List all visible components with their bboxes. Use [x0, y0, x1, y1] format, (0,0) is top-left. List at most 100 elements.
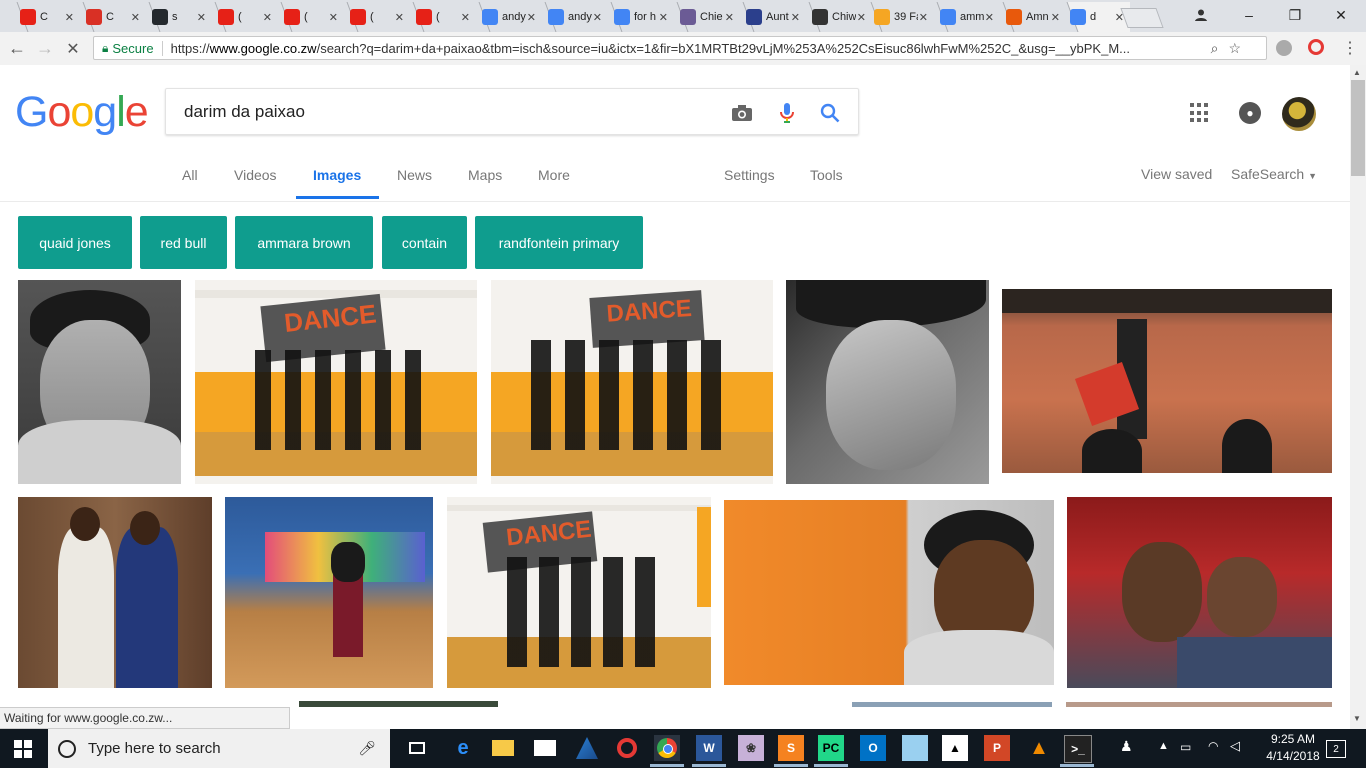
browser-tab[interactable]: 39 Fa✕	[868, 2, 934, 32]
sharp-app-icon[interactable]	[574, 735, 600, 761]
stop-loading-icon[interactable]: ✕	[60, 32, 86, 65]
task-view-icon[interactable]	[404, 735, 430, 761]
tab-all[interactable]: All	[182, 167, 198, 183]
search-icon[interactable]	[818, 101, 842, 125]
browser-tab[interactable]: C ✕	[14, 2, 80, 32]
browser-tab[interactable]: (✕	[212, 2, 278, 32]
browser-tab[interactable]: Chie ✕	[674, 2, 740, 32]
image-result[interactable]	[299, 701, 498, 707]
browser-tab[interactable]: (✕	[410, 2, 476, 32]
cmd-icon[interactable]: >_	[1064, 735, 1092, 763]
account-avatar[interactable]	[1282, 97, 1316, 131]
close-tab-icon[interactable]: ✕	[263, 11, 272, 24]
view-saved-link[interactable]: View saved	[1141, 166, 1212, 182]
restore-icon[interactable]: ❐	[1272, 0, 1318, 30]
close-tab-icon[interactable]: ✕	[197, 11, 206, 24]
url-text[interactable]: https://www.google.co.zw/search?q=darim+…	[163, 41, 1201, 56]
bookmark-star-icon[interactable]: ☆	[1228, 40, 1241, 57]
image-result[interactable]	[852, 702, 1052, 707]
tools-link[interactable]: Tools	[810, 167, 843, 183]
system-clock[interactable]: 9:25 AM 4/14/2018	[1262, 731, 1324, 765]
close-tab-icon[interactable]: ✕	[131, 11, 140, 24]
search-input[interactable]	[182, 101, 706, 123]
image-result[interactable]: DANCE	[195, 280, 477, 484]
chevron-up-icon[interactable]: ▲	[1158, 740, 1169, 752]
image-result[interactable]	[18, 497, 212, 688]
windows-start-icon[interactable]	[14, 740, 32, 758]
notifications-bell-icon[interactable]: ●	[1239, 102, 1261, 124]
image-result[interactable]: DANCE	[491, 280, 773, 484]
vlc-icon[interactable]: ▲	[1026, 735, 1052, 761]
browser-tab[interactable]: s ✕	[146, 2, 212, 32]
new-tab-button[interactable]	[1120, 8, 1164, 28]
tab-news[interactable]: News	[397, 167, 432, 183]
apps-grid-icon[interactable]	[1190, 103, 1210, 123]
people-icon[interactable]: ♟	[1120, 738, 1133, 755]
notification-center-icon[interactable]: 2	[1326, 740, 1346, 758]
browser-tab[interactable]: for h ✕	[608, 2, 674, 32]
close-tab-icon[interactable]: ✕	[329, 11, 338, 24]
edge-icon[interactable]: e	[450, 735, 476, 761]
camera-icon[interactable]	[730, 101, 754, 125]
microphone-icon[interactable]	[775, 101, 799, 125]
tab-videos[interactable]: Videos	[234, 167, 277, 183]
scroll-down-icon[interactable]: ▼	[1353, 714, 1361, 723]
browser-tab[interactable]: Chiw ✕	[806, 2, 872, 32]
close-tab-icon[interactable]: ✕	[65, 11, 74, 24]
scrollbar-thumb[interactable]	[1351, 80, 1365, 176]
image-result[interactable]	[1002, 289, 1332, 473]
photos-icon[interactable]: ▲	[942, 735, 968, 761]
scroll-up-icon[interactable]: ▲	[1353, 68, 1361, 77]
chip-red-bull[interactable]: red bull	[140, 216, 227, 269]
close-tab-icon[interactable]: ✕	[857, 11, 866, 24]
outlook-icon[interactable]: O	[860, 735, 886, 761]
browser-tab[interactable]: andy ✕	[476, 2, 542, 32]
close-tab-icon[interactable]: ✕	[593, 11, 602, 24]
menu-icon[interactable]: ⋮	[1342, 38, 1358, 58]
settings-link[interactable]: Settings	[724, 167, 775, 183]
image-result[interactable]	[225, 497, 433, 688]
close-tab-icon[interactable]: ✕	[659, 11, 668, 24]
safesearch-dropdown[interactable]: SafeSearch ▼	[1231, 166, 1317, 182]
close-tab-icon[interactable]: ✕	[985, 11, 994, 24]
tab-maps[interactable]: Maps	[468, 167, 502, 183]
volume-icon[interactable]: ◁	[1230, 738, 1240, 754]
image-result[interactable]	[1067, 497, 1332, 688]
profile-icon[interactable]	[1178, 0, 1224, 30]
image-result[interactable]	[1066, 702, 1332, 707]
wifi-icon[interactable]: ◠	[1208, 739, 1218, 753]
chip-randfontein-primary[interactable]: randfontein primary	[475, 216, 643, 269]
close-tab-icon[interactable]: ✕	[919, 11, 928, 24]
browser-tab[interactable]: andy ✕	[542, 2, 608, 32]
close-tab-icon[interactable]: ✕	[395, 11, 404, 24]
image-result[interactable]: DANCE	[447, 497, 711, 688]
close-tab-icon[interactable]: ✕	[1115, 11, 1124, 24]
browser-tab[interactable]: (✕	[344, 2, 410, 32]
extension-icon[interactable]	[1276, 40, 1292, 56]
close-tab-icon[interactable]: ✕	[527, 11, 536, 24]
mail-icon[interactable]	[532, 735, 558, 761]
word-icon[interactable]: W	[696, 735, 722, 761]
close-tab-icon[interactable]: ✕	[791, 11, 800, 24]
opera-extension-icon[interactable]	[1308, 39, 1324, 55]
chrome-icon[interactable]	[654, 735, 680, 761]
powerpoint-icon[interactable]: P	[984, 735, 1010, 761]
battery-icon[interactable]: ▭	[1180, 740, 1191, 754]
browser-tab[interactable]: amm ✕	[934, 2, 1000, 32]
pycharm-icon[interactable]: PC	[818, 735, 844, 761]
google-logo[interactable]: Google	[15, 88, 149, 137]
sublime-icon[interactable]: S	[778, 735, 804, 761]
image-result[interactable]	[18, 280, 181, 484]
close-tab-icon[interactable]: ✕	[725, 11, 734, 24]
browser-tab[interactable]: Amn ✕	[1000, 2, 1066, 32]
zoom-icon[interactable]: ⌕	[1211, 40, 1219, 57]
close-tab-icon[interactable]: ✕	[461, 11, 470, 24]
address-bar[interactable]: 🔒︎ Secure https://www.google.co.zw/searc…	[93, 36, 1267, 60]
back-icon[interactable]: ←	[4, 32, 30, 65]
minimize-icon[interactable]: –	[1226, 0, 1272, 30]
image-result[interactable]	[724, 500, 1054, 685]
close-tab-icon[interactable]: ✕	[1051, 11, 1060, 24]
snipping-icon[interactable]	[902, 735, 928, 761]
chip-ammara-brown[interactable]: ammara brown	[235, 216, 373, 269]
forward-icon[interactable]: →	[32, 32, 58, 65]
